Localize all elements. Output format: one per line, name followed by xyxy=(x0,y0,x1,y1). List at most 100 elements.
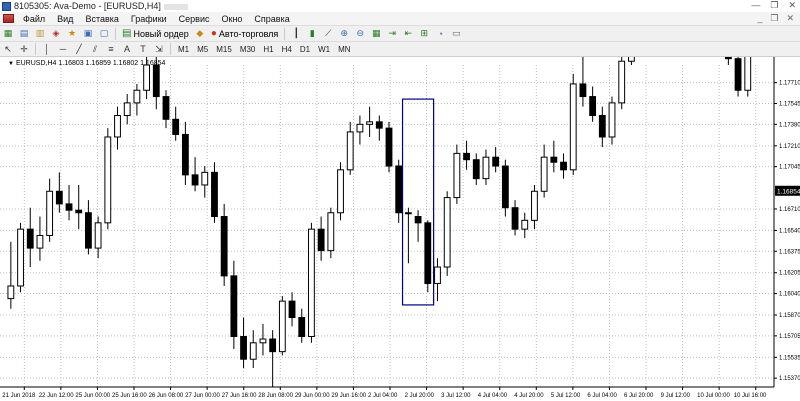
line-chart-icon[interactable]: ⟋ xyxy=(321,27,335,40)
candle-bull xyxy=(36,234,44,249)
candle-bull xyxy=(278,300,286,353)
periods-icon[interactable]: ◔ xyxy=(433,27,447,40)
candle-bear xyxy=(288,300,296,319)
vertical-line-icon[interactable]: │ xyxy=(40,43,54,56)
candle-bear xyxy=(55,190,63,205)
candle-bear xyxy=(424,222,432,284)
chart-shift-icon[interactable]: ⇤ xyxy=(401,27,415,40)
text-label-icon[interactable]: T xyxy=(136,43,150,56)
profiles-icon[interactable]: ▤ xyxy=(17,27,31,40)
mdi-controls: _ ❐ ✕ xyxy=(757,13,794,24)
tile-windows-icon[interactable]: ▦ xyxy=(369,27,383,40)
timeframe-h4[interactable]: H4 xyxy=(278,45,296,54)
metaeditor-icon[interactable]: ◆ xyxy=(193,27,207,40)
timeframe-h1[interactable]: H1 xyxy=(259,45,277,54)
timeframe-m15[interactable]: M15 xyxy=(212,45,236,54)
candle-bull xyxy=(7,285,15,300)
bar-chart-icon[interactable]: ┃ xyxy=(289,27,303,40)
data-window-icon[interactable]: ◈ xyxy=(49,27,63,40)
menu-charts[interactable]: Графики xyxy=(125,14,173,24)
menu-view[interactable]: Вид xyxy=(51,14,79,24)
candles-chart-icon[interactable]: ▮ xyxy=(305,27,319,40)
chart-window[interactable]: 21 Jun 2018 22 Jun 12:00 25 Jun 00:00 25 Ju… xyxy=(0,57,800,401)
new-chart-icon[interactable]: ▦ xyxy=(1,27,15,40)
auto-scroll-icon[interactable]: ⇥ xyxy=(385,27,399,40)
candle-bull xyxy=(308,228,315,337)
minimize-icon[interactable]: — xyxy=(751,0,760,11)
timeframe-m5[interactable]: M5 xyxy=(193,45,212,54)
candle-bull xyxy=(627,57,635,62)
indicators-icon[interactable]: ⊞ xyxy=(417,27,431,40)
timeframe-m1[interactable]: M1 xyxy=(174,45,193,54)
candle-bull xyxy=(249,342,257,360)
menu-tools[interactable]: Сервис xyxy=(173,14,216,24)
timeframe-w1[interactable]: W1 xyxy=(314,45,334,54)
zoom-in-icon[interactable]: ⊕ xyxy=(337,27,351,40)
trendline-icon[interactable]: ╱ xyxy=(72,43,86,56)
menu-file[interactable]: Файл xyxy=(17,14,51,24)
chart-window-icon[interactable] xyxy=(3,14,14,23)
x-axis-label: 22 Jun 12:00 xyxy=(39,393,74,399)
zoom-out-icon[interactable]: ⊖ xyxy=(353,27,367,40)
candle-bear xyxy=(172,118,180,135)
x-axis-label: 5 Jul 12:00 xyxy=(551,393,581,399)
mdi-restore-icon[interactable]: ❐ xyxy=(770,13,778,24)
x-axis-label: 4 Jul 20:00 xyxy=(514,393,544,399)
x-axis-label: 27 Jun 00:00 xyxy=(185,393,220,399)
arrows-icon[interactable]: ⇲ xyxy=(152,43,166,56)
mdi-close-icon[interactable]: ✕ xyxy=(786,13,794,24)
menu-help[interactable]: Справка xyxy=(248,14,295,24)
cursor-icon[interactable]: ↖ xyxy=(1,43,15,56)
y-axis-label: 1.15705 xyxy=(779,334,800,340)
candle-bull xyxy=(327,212,335,252)
x-axis-label: 4 Jul 04:00 xyxy=(478,393,508,399)
y-axis-label: 1.17545 xyxy=(779,102,800,108)
close-icon[interactable]: ✕ xyxy=(788,0,796,11)
x-axis-label: 27 Jun 16:00 xyxy=(222,393,257,399)
timeframe-d1[interactable]: D1 xyxy=(296,45,314,54)
market-watch-icon[interactable]: ▥ xyxy=(33,27,47,40)
app-icon xyxy=(2,1,11,11)
candle-bear xyxy=(598,115,606,138)
x-axis-label: 9 Jul 12:00 xyxy=(661,393,691,399)
candle-bull xyxy=(366,121,374,125)
horizontal-line-icon[interactable]: ─ xyxy=(56,43,70,56)
candle-bear xyxy=(579,83,587,98)
text-tool-icon[interactable]: A xyxy=(120,43,134,56)
candle-bull xyxy=(104,136,112,224)
candle-bear xyxy=(472,159,480,180)
chart-header-text: EURUSD,H4 1.16803 1.16859 1.16802 1.1685… xyxy=(15,60,166,67)
timeframe-m30[interactable]: M30 xyxy=(236,45,260,54)
candle-bear xyxy=(181,133,189,176)
timeframe-mn[interactable]: MN xyxy=(334,45,354,54)
y-axis-label: 1.15870 xyxy=(779,313,800,319)
candle-bear xyxy=(550,156,558,163)
terminal-icon[interactable]: ▣ xyxy=(81,27,95,40)
channel-icon[interactable]: ⫽ xyxy=(88,43,102,56)
x-axis-label: 3 Jul 12:00 xyxy=(441,393,471,399)
crosshair-icon[interactable]: ✛ xyxy=(17,43,31,56)
templates-icon[interactable]: ▭ xyxy=(449,27,463,40)
x-axis-label: 6 Jul 04:00 xyxy=(587,393,617,399)
autotrading-button[interactable]: ● Авто-торговля xyxy=(211,28,278,39)
candle-bear xyxy=(463,152,470,161)
candle-bear xyxy=(414,216,422,224)
tester-icon[interactable]: ▢ xyxy=(97,27,111,40)
candle-bear xyxy=(152,64,160,98)
menu-window[interactable]: Окно xyxy=(216,14,249,24)
candle-bull xyxy=(482,156,490,180)
candle-bear xyxy=(211,171,218,218)
candle-bull xyxy=(123,102,131,117)
menu-insert[interactable]: Вставка xyxy=(79,14,124,24)
navigator-icon[interactable]: ★ xyxy=(65,27,79,40)
candle-bear xyxy=(375,121,383,129)
y-axis-label: 1.17045 xyxy=(779,165,800,171)
price-chart[interactable]: 21 Jun 2018 22 Jun 12:00 25 Jun 00:00 25 Ju… xyxy=(0,57,800,401)
mdi-minimize-icon[interactable]: _ xyxy=(757,13,762,24)
standard-toolbar: ▦ ▤ ▥ ◈ ★ ▣ ▢ ▤ Новый ордер ◆ ● Авто-торго… xyxy=(0,26,800,42)
new-order-button[interactable]: ▤ Новый ордер xyxy=(122,28,189,39)
maximize-icon[interactable]: ❐ xyxy=(770,0,778,11)
candle-bear xyxy=(65,203,73,211)
fibonacci-icon[interactable]: ≡ xyxy=(104,43,118,56)
candle-bull xyxy=(201,171,209,186)
